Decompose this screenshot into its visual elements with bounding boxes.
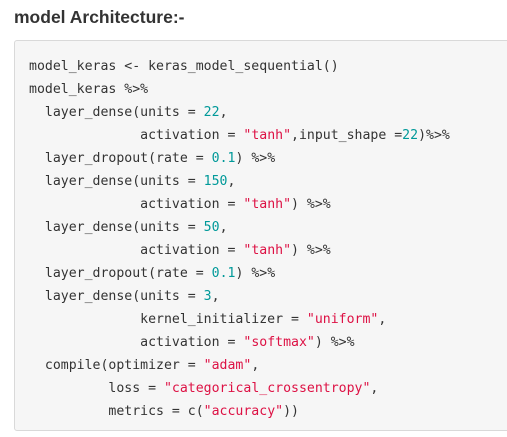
code-string: "accuracy" [203, 404, 284, 419]
code-text: activation = [29, 335, 244, 350]
code-text: layer_dense(units = [29, 220, 204, 235]
code-text: loss = [29, 381, 164, 396]
code-text: , [370, 381, 379, 396]
code-text: metrics = c( [29, 404, 204, 419]
code-text: )) [283, 404, 299, 419]
code-text: , [251, 358, 260, 373]
code-line: model_keras <- keras_model_sequential() [29, 55, 450, 78]
code-string: "categorical_crossentropy" [163, 381, 371, 396]
code-line: layer_dense(units = 22, [29, 101, 450, 124]
code-text: layer_dense(units = [29, 174, 204, 189]
code-text: , [219, 220, 228, 235]
code-text: activation = [29, 197, 244, 212]
code-text: ,input_shape = [291, 128, 403, 143]
code-string: "tanh" [243, 197, 292, 212]
code-text: model_keras %>% [29, 82, 149, 97]
code-line: activation = "tanh",input_shape =22)%>% [29, 124, 450, 147]
code-number: 22 [402, 128, 419, 143]
code-block: model_keras <- keras_model_sequential()m… [14, 40, 507, 431]
code-text: , [211, 289, 220, 304]
code-line: loss = "categorical_crossentropy", [29, 377, 450, 400]
code-string: "uniform" [306, 312, 379, 327]
code-line: layer_dense(units = 50, [29, 216, 450, 239]
code-text: kernel_initializer = [29, 312, 307, 327]
code-text: ) %>% [291, 197, 331, 212]
code-text: activation = [29, 243, 244, 258]
code-line: layer_dense(units = 3, [29, 285, 450, 308]
code-text: layer_dropout(rate = [29, 266, 212, 281]
code-string: "tanh" [243, 243, 292, 258]
code-text: ) %>% [314, 335, 355, 350]
code-text: compile(optimizer = [29, 358, 204, 373]
code-line: layer_dense(units = 150, [29, 170, 450, 193]
code-number: 22 [203, 105, 220, 120]
code-text: ) %>% [235, 266, 276, 281]
section-heading: model Architecture:- [14, 7, 185, 27]
code-number: 50 [203, 220, 220, 235]
code-text: , [227, 174, 236, 189]
code-text: , [378, 312, 387, 327]
code-text: , [219, 105, 228, 120]
code-line: compile(optimizer = "adam", [29, 354, 450, 377]
code-string: "softmax" [243, 335, 315, 350]
code-line: activation = "tanh") %>% [29, 239, 450, 262]
code-string: "adam" [203, 358, 252, 373]
code-text: ) %>% [235, 151, 276, 166]
code-line: activation = "softmax") %>% [29, 331, 450, 354]
code-string: "tanh" [243, 128, 292, 143]
code-number: 3 [203, 289, 212, 304]
code-text: layer_dropout(rate = [29, 151, 212, 166]
code-line: model_keras %>% [29, 78, 450, 101]
code-line: layer_dropout(rate = 0.1) %>% [29, 262, 450, 285]
code-line: metrics = c("accuracy")) [29, 400, 450, 423]
code-text: )%>% [418, 128, 450, 143]
code-number: 0.1 [211, 151, 236, 166]
code-text: activation = [29, 128, 244, 143]
code-listing: model_keras <- keras_model_sequential()m… [29, 55, 450, 423]
code-line: layer_dropout(rate = 0.1) %>% [29, 147, 450, 170]
code-line: activation = "tanh") %>% [29, 193, 450, 216]
code-text: model_keras <- keras_model_sequential() [29, 59, 339, 74]
code-number: 0.1 [211, 266, 236, 281]
code-text: layer_dense(units = [29, 289, 204, 304]
code-line: kernel_initializer = "uniform", [29, 308, 450, 331]
code-text: ) %>% [291, 243, 331, 258]
code-text: layer_dense(units = [29, 105, 204, 120]
code-number: 150 [203, 174, 228, 189]
